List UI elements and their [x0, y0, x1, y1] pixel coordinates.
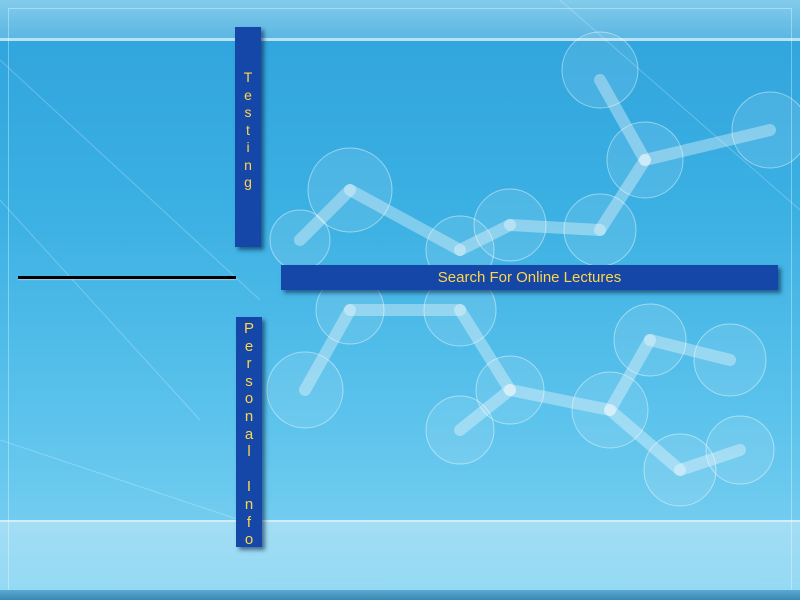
background	[0, 0, 800, 600]
molecule-illustration	[0, 0, 800, 521]
horizontal-divider	[18, 276, 236, 279]
vertical-label-letter: n	[244, 407, 254, 425]
vertical-label-letter: s	[244, 104, 252, 120]
vertical-label-letter: n	[244, 156, 252, 173]
vertical-label-letter: r	[246, 355, 252, 373]
vertical-label-letter: e	[244, 337, 254, 355]
bottom-band	[0, 520, 800, 592]
testing-menu-button[interactable]: Testing	[235, 27, 261, 247]
vertical-label-letter: T	[243, 69, 253, 85]
vertical-label-letter: t	[246, 121, 250, 138]
bottom-border	[0, 590, 800, 600]
vertical-label-letter: o	[244, 390, 254, 408]
search-online-lectures-button[interactable]: Search For Online Lectures	[281, 265, 778, 290]
vertical-label-letter: o	[244, 531, 254, 549]
vertical-label-letter: f	[246, 513, 252, 531]
vertical-label-letter: a	[244, 425, 254, 443]
vertical-label-letter: P	[243, 320, 254, 337]
personal-info-menu-button[interactable]: Personal Info	[236, 317, 262, 549]
vertical-label-letter: g	[244, 174, 252, 190]
vertical-label-letter: e	[244, 86, 252, 103]
vertical-label-letter: i	[246, 139, 250, 155]
vertical-label-letter: n	[244, 495, 254, 513]
vertical-label-letter: l	[247, 443, 251, 461]
vertical-label-letter	[247, 461, 251, 479]
vertical-label-letter: s	[245, 372, 253, 390]
vertical-label-letter: I	[246, 478, 252, 496]
